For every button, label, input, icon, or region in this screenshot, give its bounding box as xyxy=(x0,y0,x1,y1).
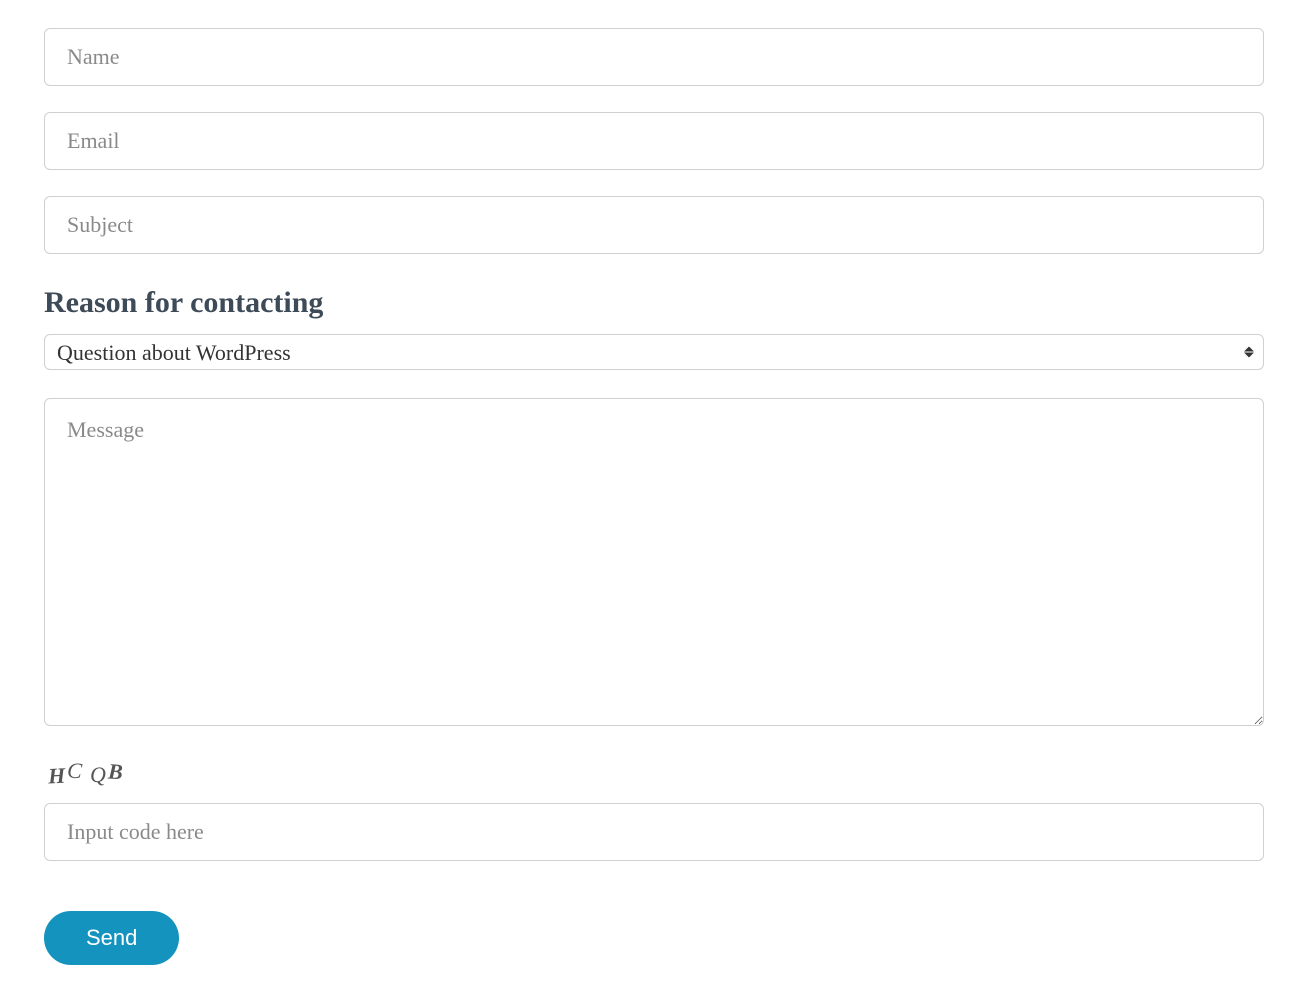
contact-form: Reason for contacting Question about Wor… xyxy=(44,28,1264,965)
reason-select[interactable]: Question about WordPress xyxy=(44,334,1264,370)
reason-label: Reason for contacting xyxy=(44,286,1264,320)
subject-input[interactable] xyxy=(44,196,1264,254)
reason-select-wrapper: Question about WordPress xyxy=(44,334,1264,370)
send-button[interactable]: Send xyxy=(44,911,179,965)
captcha-image: HCQB xyxy=(48,761,1264,787)
message-textarea[interactable] xyxy=(44,398,1264,726)
email-input[interactable] xyxy=(44,112,1264,170)
name-input[interactable] xyxy=(44,28,1264,86)
captcha-input[interactable] xyxy=(44,803,1264,861)
